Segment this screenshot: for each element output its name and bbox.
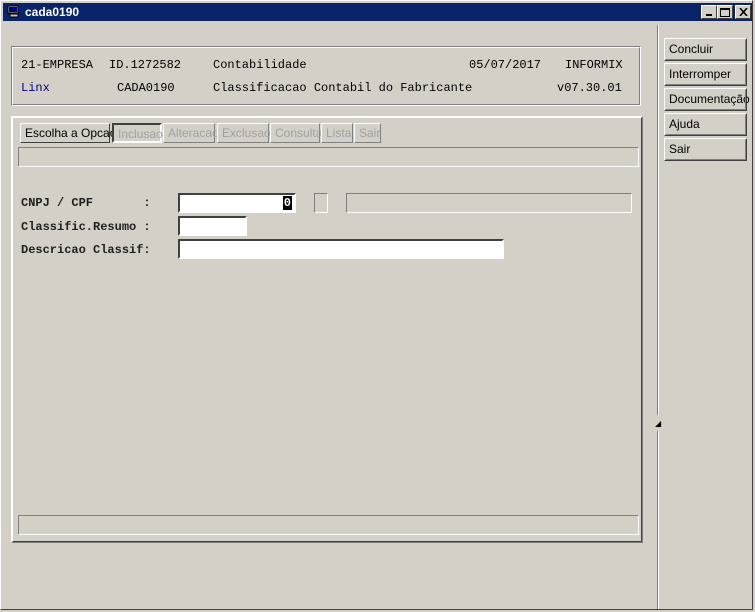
window-title: cada0190 (25, 5, 80, 19)
maximize-icon (720, 7, 730, 17)
close-icon (738, 8, 748, 16)
resumo-label: Classific.Resumo : (21, 220, 151, 234)
company-id: ID.1272582 (109, 58, 182, 72)
bottom-status-bar (18, 515, 639, 535)
resize-grip-icon[interactable]: ◢ (655, 419, 661, 428)
menu-sair[interactable]: Sair (354, 123, 381, 143)
sidebar-divider-lower (657, 431, 659, 609)
cnpj-name-field (346, 193, 632, 213)
menu-lista[interactable]: Lista (321, 123, 353, 143)
interromper-button[interactable]: Interromper (664, 63, 747, 86)
program-version: v07.30.01 (557, 81, 622, 95)
database-name: INFORMIX (565, 58, 623, 72)
title-bar[interactable]: cada0190 (3, 3, 752, 21)
menu-consulta[interactable]: Consulta (270, 123, 322, 143)
sidebar-divider (657, 25, 659, 415)
minimize-button[interactable] (701, 5, 717, 19)
concluir-button[interactable]: Concluir (664, 38, 747, 61)
ajuda-button[interactable]: Ajuda (664, 113, 747, 136)
program-description: Classificacao Contabil do Fabricante (213, 81, 473, 95)
documentacao-button[interactable]: Documentação (664, 88, 750, 111)
cnpj-value: 0 (282, 196, 292, 210)
module-name: Contabilidade (213, 58, 307, 72)
maximize-button[interactable] (717, 5, 733, 19)
resumo-field[interactable] (178, 216, 247, 236)
minimize-icon (706, 14, 712, 16)
menu-alteracao[interactable]: Alteracao (163, 123, 219, 143)
cnpj-check-field (314, 193, 328, 213)
program-code: CADA0190 (117, 81, 175, 95)
company-code: 21-EMPRESA (21, 58, 94, 72)
sair-button[interactable]: Sair (664, 138, 747, 161)
menu-exclusao[interactable]: Exclusao (217, 123, 271, 143)
app-icon (7, 5, 21, 18)
header-panel: 21-EMPRESA ID.1272582 Contabilidade 05/0… (11, 46, 641, 106)
descricao-field[interactable] (178, 239, 504, 259)
current-date: 05/07/2017 (469, 58, 542, 72)
cnpj-label: CNPJ / CPF : (21, 196, 151, 210)
cnpj-field[interactable]: 0 (178, 193, 296, 213)
close-button[interactable] (735, 5, 751, 19)
descricao-label: Descricao Classif: (21, 243, 151, 257)
message-bar (18, 147, 639, 167)
main-panel (11, 116, 643, 543)
menu-inclusao[interactable]: Inclusao (112, 123, 163, 143)
menu-escolha-opcao[interactable]: Escolha a Opcao (20, 123, 116, 143)
main-window: cada0190 21-EMPRESA ID.1272582 Contabili… (0, 0, 753, 610)
brand-name: Linx (21, 81, 50, 95)
